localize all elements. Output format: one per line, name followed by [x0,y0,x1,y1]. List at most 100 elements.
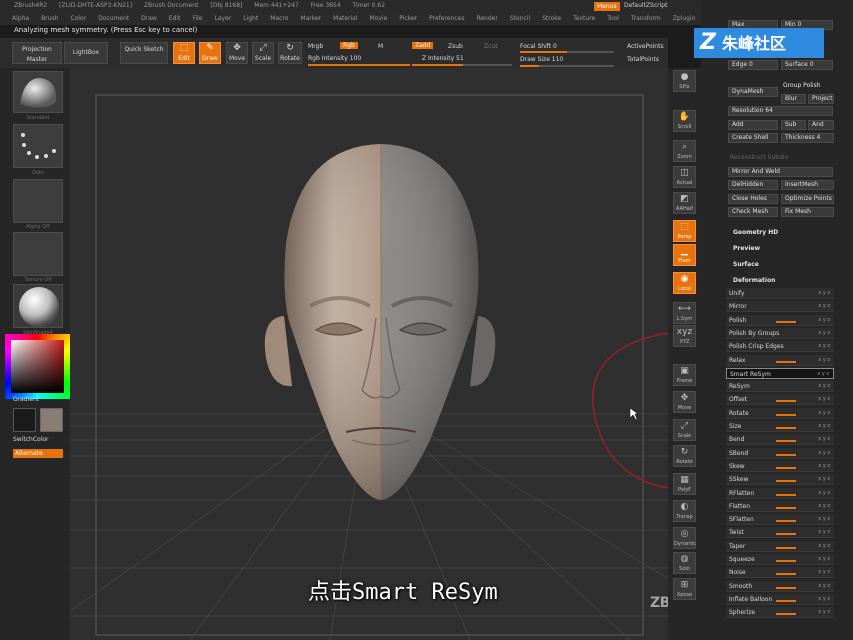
deform-inflate-balloon-slider[interactable] [776,599,796,602]
geometry-hd-menu[interactable]: Geometry HD [733,229,778,236]
axis-toggle-icon[interactable]: x y z [818,448,830,459]
right-shelf-persp-button[interactable]: ⬚ Persp [673,220,696,242]
menu-layer[interactable]: Layer [215,15,232,22]
menus-button[interactable]: Menus [594,2,620,11]
right-shelf-polyf-button[interactable]: ▦ PolyF [673,473,696,495]
canvas-viewport[interactable]: 点击Smart ReSym ZBRUSH WORKSHOPS [70,68,668,640]
alpha-thumbnail[interactable] [13,179,63,223]
axis-toggle-icon[interactable]: x y z [818,474,830,485]
switch-color-button[interactable]: SwitchColor [13,436,49,443]
menu-picker[interactable]: Picker [399,15,417,22]
deform-sflatten-button[interactable]: SFlatten x y z [726,514,834,526]
deform-rflatten-slider[interactable] [776,493,796,496]
deform-smart-resym-button[interactable]: Smart ReSym x y z [726,367,834,380]
deform-smooth-button[interactable]: Smooth x y z [726,580,834,592]
menu-preferences[interactable]: Preferences [429,15,464,22]
deform-polish-crisp-edges-button[interactable]: Polish Crisp Edges x y z [726,341,834,353]
scale-button[interactable]: ⤢ Scale [252,42,274,64]
menu-transform[interactable]: Transform [631,15,661,22]
tray-field-surface[interactable]: Surface 0 [781,60,833,70]
right-shelf-solo-button[interactable]: ◍ Solo [673,552,696,574]
rgb-button[interactable]: Rgb [340,42,358,49]
texture-thumbnail[interactable] [13,232,63,276]
axis-toggle-icon[interactable]: x y z [818,408,830,419]
stroke-thumbnail[interactable] [13,124,63,168]
axis-toggle-icon[interactable]: x y z [818,355,830,366]
deform-size-slider[interactable] [776,427,796,429]
tray-field-edge[interactable]: Edge 0 [728,60,778,70]
axis-toggle-icon[interactable]: x y z [818,527,830,538]
axis-toggle-icon[interactable]: x y z [818,514,830,525]
deform-skew-slider[interactable] [776,466,796,469]
right-shelf-frame-button[interactable]: ▣ Frame [673,364,696,386]
lightbox-button[interactable]: LightBox [64,42,108,64]
axis-toggle-icon[interactable]: x y z [818,328,830,339]
check-mesh-button[interactable]: Check Mesh [728,207,778,217]
edit-button[interactable]: ⬚ Edit [173,42,195,64]
deform-noise-button[interactable]: Noise x y z [726,567,834,579]
deformation-menu[interactable]: Deformation [733,277,775,284]
right-shelf-actual-button[interactable]: ◫ Actual [673,166,696,188]
deform-sbend-slider[interactable] [776,453,796,456]
quick-sketch-button[interactable]: Quick Sketch [120,42,168,64]
axis-toggle-icon[interactable]: x y z [818,501,830,512]
default-zscript-button[interactable]: DefaultZScript [624,0,667,12]
menu-tool[interactable]: Tool [607,15,619,22]
right-shelf-aahalf-button[interactable]: ◩ AAHalf [673,192,696,214]
deform-relax-slider[interactable] [776,360,796,363]
insert-mesh-button[interactable]: InsertMesh [781,180,834,190]
menu-stencil[interactable]: Stencil [510,15,530,22]
rgb-intensity-slider[interactable] [308,64,410,66]
deform-bend-button[interactable]: Bend x y z [726,434,834,446]
axis-toggle-icon[interactable]: x y z [818,488,830,499]
deform-rotate-button[interactable]: Rotate x y z [726,407,834,419]
mrgb-button[interactable]: Mrgb [308,43,323,50]
close-holes-button[interactable]: Close Holes [728,194,778,204]
right-shelf-lsym-button[interactable]: ⟷ L.Sym [673,302,696,324]
right-shelf-dynamic-button[interactable]: ◎ Dynamic [673,527,696,549]
menu-document[interactable]: Document [98,15,129,22]
menu-edit[interactable]: Edit [169,15,181,22]
focal-shift-slider[interactable] [520,51,614,53]
right-shelf-move-button[interactable]: ✥ Move [673,391,696,413]
deform-spherize-button[interactable]: Spherize x y z [726,607,834,619]
create-shell-button[interactable]: Create Shell [728,133,778,143]
deform-rflatten-button[interactable]: RFlatten x y z [726,487,834,499]
right-shelf-scroll-button[interactable]: ✋ Scroll [673,110,696,132]
axis-toggle-icon[interactable]: x y z [818,541,830,552]
deform-sflatten-slider[interactable] [776,520,796,523]
rotate-button[interactable]: ↻ Rotate [278,42,302,64]
zadd-button[interactable]: Zadd [412,42,434,49]
deform-bend-slider[interactable] [776,440,796,443]
axis-toggle-icon[interactable]: x y z [818,554,830,565]
deform-polish-button[interactable]: Polish x y z [726,314,834,326]
thickness-slider[interactable]: Thickness 4 [781,133,834,143]
right-shelf-scale-button[interactable]: ⤢ Scale [673,419,696,441]
menu-file[interactable]: File [192,15,202,22]
deform-polish-by-groups-button[interactable]: Polish By Groups x y z [726,327,834,339]
axis-toggle-icon[interactable]: x y z [818,394,830,405]
deform-offset-button[interactable]: Offset x y z [726,394,834,406]
projection-master-button[interactable]: Projection Master [12,42,62,64]
menu-macro[interactable]: Macro [270,15,288,22]
right-shelf-xpose-button[interactable]: ⊞ Xpose [673,578,696,600]
deform-relax-button[interactable]: Relax x y z [726,354,834,366]
deform-mirror-button[interactable]: Mirror x y z [726,301,834,313]
resolution-slider[interactable]: Resolution 64 [728,106,833,116]
axis-toggle-icon[interactable]: x y z [818,594,830,605]
deform-flatten-button[interactable]: Flatten x y z [726,500,834,512]
axis-toggle-icon[interactable]: x y z [818,581,830,592]
deform-squeeze-button[interactable]: Squeeze x y z [726,554,834,565]
axis-toggle-icon[interactable]: x y z [818,567,830,578]
optimize-points-button[interactable]: Optimize Points [781,194,834,204]
zcut-button[interactable]: Zcut [484,43,498,50]
deform-twist-button[interactable]: Twist x y z [726,527,834,539]
deform-resym-button[interactable]: ReSym x y z [726,381,834,393]
menu-material[interactable]: Material [333,15,357,22]
material-thumbnail[interactable] [13,284,63,328]
sub-button[interactable]: Sub [781,120,806,130]
deform-skew-button[interactable]: Skew x y z [726,460,834,472]
move-button[interactable]: ✥ Move [226,42,248,64]
axis-toggle-icon[interactable]: x y z [817,369,829,380]
right-shelf-zoom-button[interactable]: ⌕ Zoom [673,140,696,162]
